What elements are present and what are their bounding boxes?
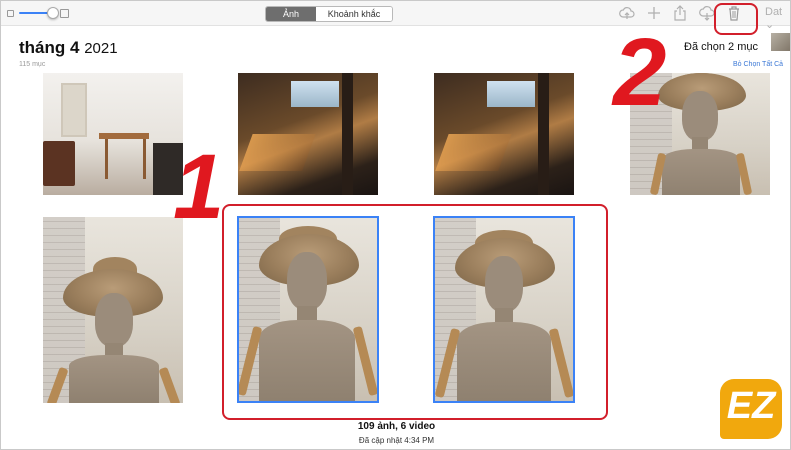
mannequin-arm bbox=[46, 366, 69, 403]
tab-photos[interactable]: Ảnh bbox=[266, 7, 316, 21]
photo-table-leg bbox=[143, 139, 146, 179]
zoom-slider[interactable] bbox=[7, 7, 69, 19]
photo-window bbox=[487, 81, 535, 107]
photo-cafe-room[interactable] bbox=[43, 73, 183, 195]
toolbar: Ảnh Khoảnh khắc Dat ⌄ bbox=[1, 1, 790, 31]
user-label: Dat bbox=[765, 6, 783, 18]
zoom-knob[interactable] bbox=[47, 7, 59, 19]
user-menu[interactable]: Dat ⌄ bbox=[765, 6, 790, 31]
selection-count: Đã chọn 2 mục bbox=[684, 41, 758, 53]
photos-window: Ảnh Khoảnh khắc Dat ⌄ tháng 4 2021 115 m… bbox=[0, 0, 791, 450]
year-label: 2021 bbox=[84, 40, 118, 57]
zoom-in-icon bbox=[60, 9, 69, 18]
photo-cafe-interior[interactable] bbox=[434, 73, 574, 195]
library-summary: 109 ảnh, 6 video bbox=[357, 421, 436, 432]
tab-moments[interactable]: Khoảnh khắc bbox=[316, 7, 392, 21]
photo-post bbox=[537, 73, 549, 195]
annotation-step-2: 2 bbox=[613, 19, 667, 126]
photo-cafe-interior[interactable] bbox=[238, 73, 378, 195]
item-count: 115 mục bbox=[19, 61, 46, 68]
share-icon[interactable] bbox=[671, 4, 689, 22]
photo-post bbox=[341, 73, 353, 195]
view-segmented-control: Ảnh Khoảnh khắc bbox=[265, 6, 393, 22]
photo-window bbox=[61, 83, 87, 137]
mannequin-torso bbox=[69, 355, 159, 403]
photo-window bbox=[291, 81, 339, 107]
photo-mannequin[interactable] bbox=[43, 217, 183, 403]
mannequin-head bbox=[95, 293, 133, 347]
page-title: tháng 4 2021 bbox=[19, 38, 118, 58]
zoom-out-icon bbox=[7, 10, 14, 17]
ez-logo-text: EZ bbox=[726, 385, 776, 427]
ez-logo: EZ bbox=[720, 379, 782, 439]
deselect-all-link[interactable]: Bỏ Chọn Tất Cả bbox=[733, 61, 783, 68]
mannequin-torso bbox=[662, 149, 740, 195]
selection-thumbnail bbox=[771, 33, 790, 51]
photo-chair bbox=[43, 141, 75, 186]
annotation-step-1: 1 bbox=[173, 136, 225, 238]
last-updated: Đã cập nhật 4:34 PM bbox=[358, 436, 435, 445]
photo-light bbox=[239, 134, 316, 171]
annotation-box-selected-photos bbox=[222, 204, 608, 420]
annotation-box-trash bbox=[714, 3, 758, 35]
mannequin-head bbox=[682, 91, 718, 141]
month-label: tháng 4 bbox=[19, 38, 80, 57]
photo-light bbox=[435, 134, 512, 171]
mannequin-arm bbox=[158, 366, 181, 403]
photo-table-leg bbox=[105, 139, 108, 179]
